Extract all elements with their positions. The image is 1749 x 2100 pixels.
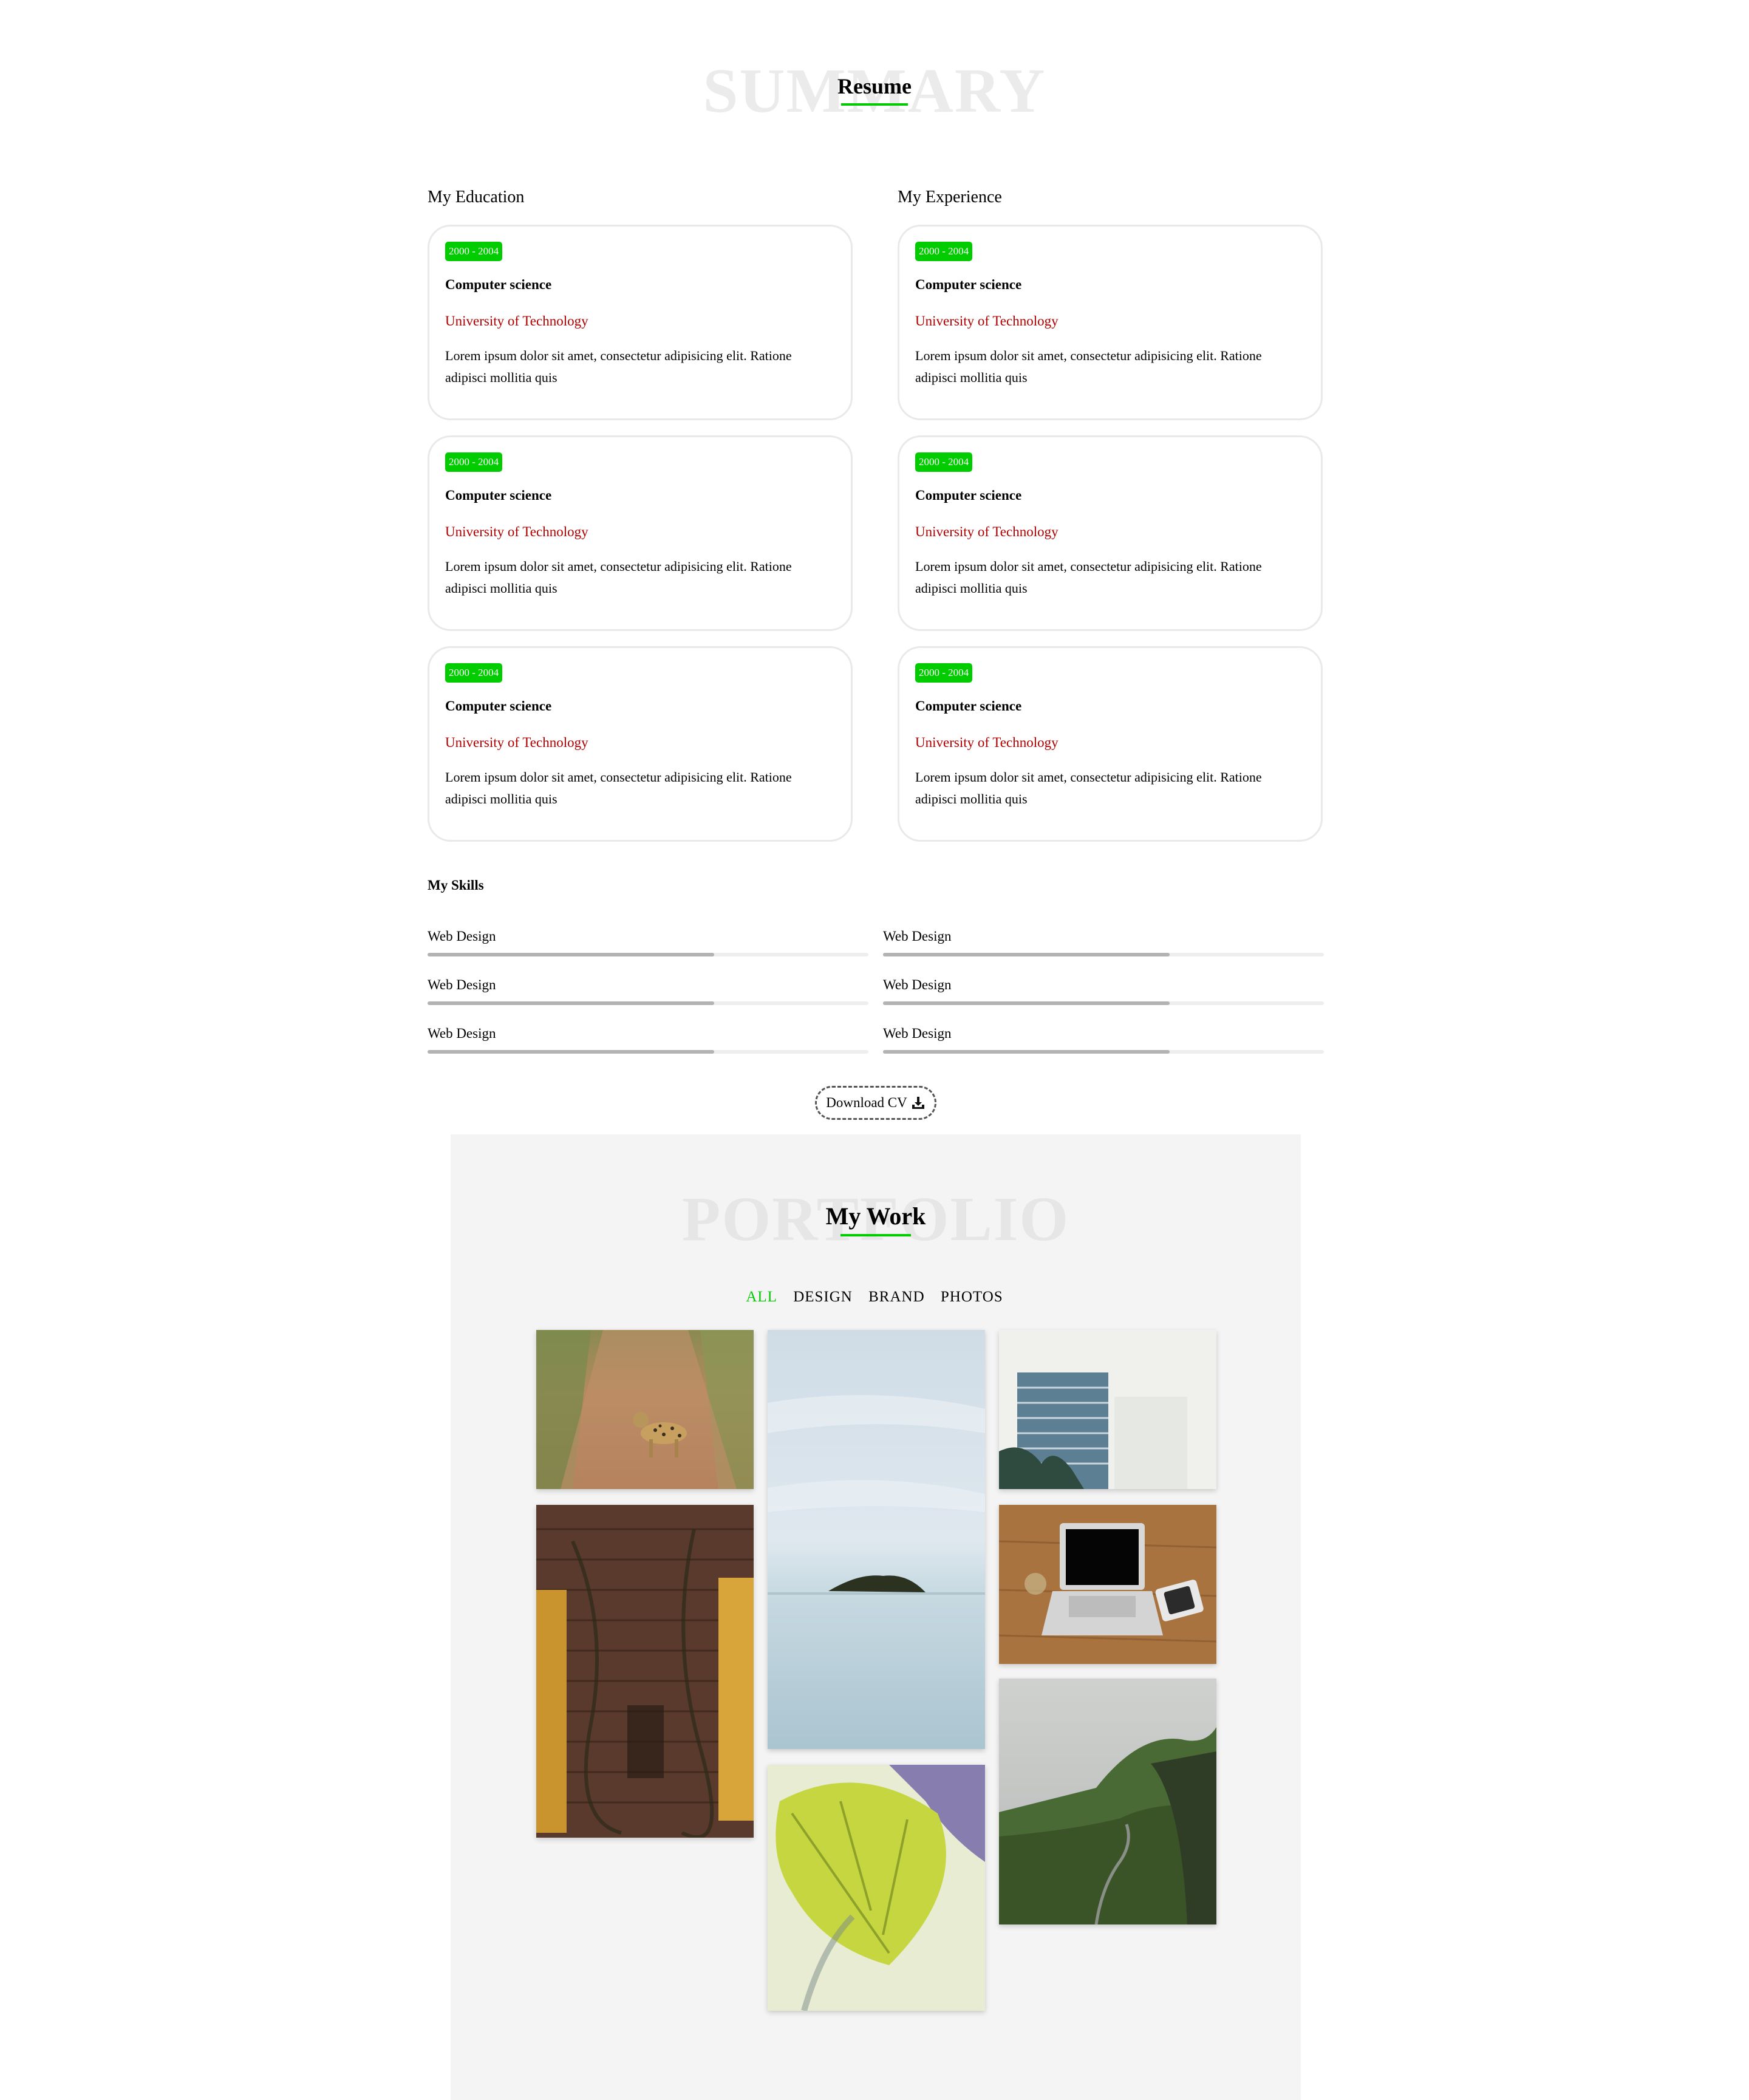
building-photo[interactable] [999,1330,1216,1489]
skill-fill [428,1050,714,1054]
skill-track [883,1050,1324,1054]
experience-card: 2000 - 2004 Computer science University … [898,646,1323,842]
skill-track [883,953,1324,956]
skill-fill [883,953,1170,956]
skill-label: Web Design [428,1026,496,1041]
card-description: Lorem ipsum dolor sit amet, consectetur … [445,769,792,806]
portfolio-title: My Work [825,1202,926,1230]
skill-fill [883,1001,1170,1005]
mountain-photo[interactable] [999,1679,1216,1924]
download-cv-button[interactable]: Download CV [815,1086,936,1120]
school-name: University of Technology [445,313,588,329]
portfolio-heading: PORTFOLIO My Work [451,1183,1301,1256]
skill-bar: Web Design [883,927,1324,964]
job-title: Computer science [915,277,1022,292]
filter-photos[interactable]: PHOTOS [941,1289,1003,1305]
skill-label: Web Design [883,1026,952,1041]
skill-fill [428,953,714,956]
skill-bar: Web Design [428,976,868,1012]
leopard-photo[interactable] [536,1330,754,1489]
leaf-photo[interactable] [768,1765,985,2011]
company-name: University of Technology [915,524,1059,539]
card-description: Lorem ipsum dolor sit amet, consectetur … [915,559,1262,596]
degree-title: Computer science [445,277,552,292]
card-description: Lorem ipsum dolor sit amet, consectetur … [445,348,792,385]
download-cv-label: Download CV [826,1095,907,1110]
education-card: 2000 - 2004 Computer science University … [428,435,853,631]
years-badge: 2000 - 2004 [445,452,503,472]
job-title: Computer science [915,488,1022,503]
skill-fill [428,1001,714,1005]
skill-bar: Web Design [428,927,868,964]
experience-card: 2000 - 2004 Computer science University … [898,435,1323,631]
portfolio-title-underline [840,1234,911,1236]
card-description: Lorem ipsum dolor sit amet, consectetur … [915,769,1262,806]
skill-track [883,1001,1324,1005]
island-photo[interactable] [768,1330,985,1749]
resume-title-underline [841,103,908,106]
skill-label: Web Design [883,929,952,944]
education-card: 2000 - 2004 Computer science University … [428,646,853,842]
education-heading: My Education [428,188,525,206]
skill-track [428,1001,868,1005]
skill-label: Web Design [428,977,496,992]
skill-track [428,1050,868,1054]
skill-track [428,953,868,956]
education-card: 2000 - 2004 Computer science University … [428,225,853,420]
years-badge: 2000 - 2004 [445,663,503,683]
download-icon [912,1097,924,1109]
years-badge: 2000 - 2004 [915,663,973,683]
card-description: Lorem ipsum dolor sit amet, consectetur … [915,348,1262,385]
skill-bar: Web Design [883,1024,1324,1061]
degree-title: Computer science [445,698,552,714]
years-badge: 2000 - 2004 [445,242,503,261]
skill-bar: Web Design [883,976,1324,1012]
portfolio-filters: ALL DESIGN BRAND PHOTOS [0,1287,1749,1307]
experience-heading: My Experience [898,188,1002,206]
card-description: Lorem ipsum dolor sit amet, consectetur … [445,559,792,596]
company-name: University of Technology [915,313,1059,329]
years-badge: 2000 - 2004 [915,242,973,261]
filter-all[interactable]: ALL [746,1289,777,1305]
school-name: University of Technology [445,524,588,539]
experience-card: 2000 - 2004 Computer science University … [898,225,1323,420]
laptop-photo[interactable] [999,1505,1216,1664]
job-title: Computer science [915,698,1022,714]
skill-fill [883,1050,1170,1054]
filter-design[interactable]: DESIGN [793,1289,853,1305]
filter-brand[interactable]: BRAND [868,1289,925,1305]
skill-bar: Web Design [428,1024,868,1061]
brick-wall-photo[interactable] [536,1505,754,1838]
resume-title: Resume [837,74,912,98]
skills-heading: My Skills [428,878,484,893]
resume-heading: SUMMARY Resume [0,55,1749,128]
skill-label: Web Design [428,929,496,944]
skill-label: Web Design [883,977,952,992]
years-badge: 2000 - 2004 [915,452,973,472]
degree-title: Computer science [445,488,552,503]
company-name: University of Technology [915,735,1059,750]
school-name: University of Technology [445,735,588,750]
